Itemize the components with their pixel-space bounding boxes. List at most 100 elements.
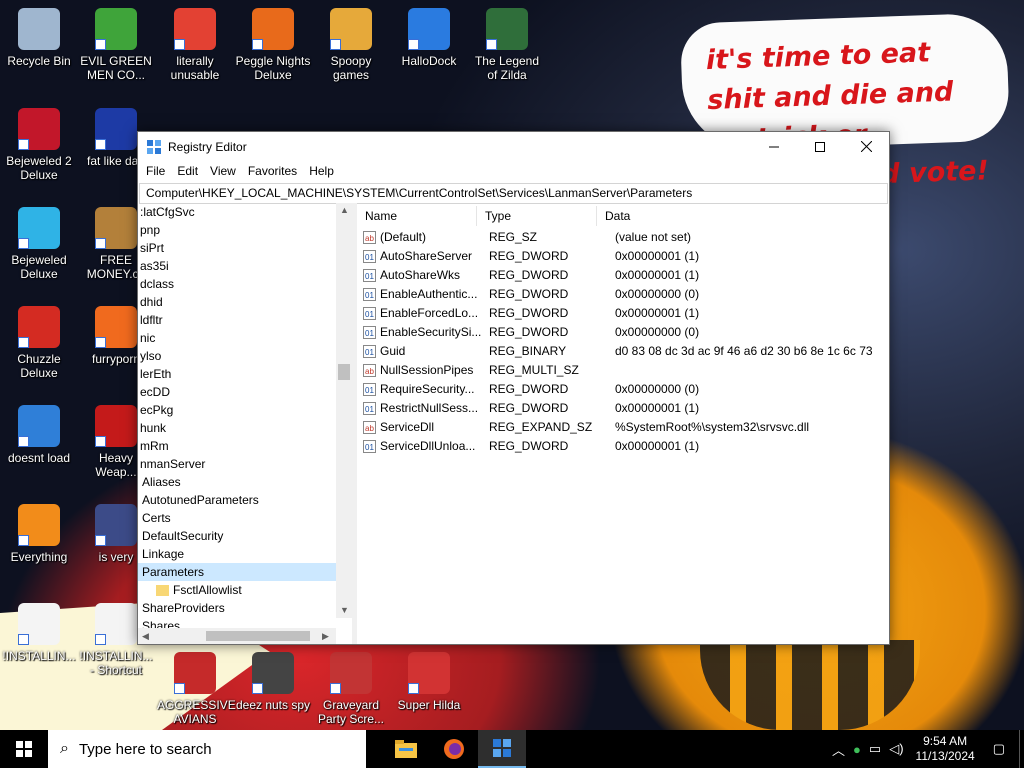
tree-item[interactable]: nmanServer xyxy=(138,455,336,473)
table-row[interactable]: 01 RestrictNullSess... REG_DWORD 0x00000001… xyxy=(357,399,889,418)
table-row[interactable]: 01 AutoShareWks REG_DWORD 0x00000001 (1) xyxy=(357,266,889,285)
address-bar[interactable]: Computer\HKEY_LOCAL_MACHINE\SYSTEM\Curre… xyxy=(139,183,888,204)
table-row[interactable]: 01 RequireSecurity... REG_DWORD 0x00000000 … xyxy=(357,380,889,399)
value-name: (Default) xyxy=(380,230,427,244)
menu-help[interactable]: Help xyxy=(303,164,340,178)
tree-item[interactable]: ldfltr xyxy=(138,311,336,329)
column-type-header[interactable]: Type xyxy=(477,206,597,226)
menu-edit[interactable]: Edit xyxy=(171,164,204,178)
tree-item[interactable]: Parameters xyxy=(138,563,336,581)
tree-item[interactable]: nic xyxy=(138,329,336,347)
network-icon[interactable]: ▭ xyxy=(869,741,881,757)
table-row[interactable]: 01 AutoShareServer REG_DWORD 0x00000001 (1) xyxy=(357,247,889,266)
desktop-icon[interactable]: Bejeweled 2 Deluxe xyxy=(1,108,77,182)
key-tree-pane[interactable]: :latCfgSvc pnp siPrt as35i dclass dhid ldfltr n… xyxy=(138,203,357,644)
desktop-icon[interactable]: literally unusable xyxy=(157,8,233,82)
title-bar[interactable]: Registry Editor xyxy=(138,132,889,161)
desktop-icon-label: Bejeweled 2 Deluxe xyxy=(6,154,72,182)
tree-item[interactable]: as35i xyxy=(138,257,336,275)
desktop-icon[interactable]: doesnt load xyxy=(1,405,77,465)
tree-item[interactable]: hunk xyxy=(138,419,336,437)
table-row[interactable]: ab ServiceDll REG_EXPAND_SZ %SystemRoot%\sy… xyxy=(357,418,889,437)
desktop-icon[interactable]: Graveyard Party Scre... xyxy=(313,652,389,726)
minimize-button[interactable] xyxy=(751,132,797,161)
table-row[interactable]: 01 ServiceDllUnloa... REG_DWORD 0x00000001 … xyxy=(357,437,889,456)
desktop-icon[interactable]: Spoopy games xyxy=(313,8,389,82)
value-name: NullSessionPipes xyxy=(380,363,474,377)
table-row[interactable]: 01 EnableForcedLo... REG_DWORD 0x00000001 (… xyxy=(357,304,889,323)
table-row[interactable]: ab NullSessionPipes REG_MULTI_SZ xyxy=(357,361,889,380)
tree-item[interactable]: :latCfgSvc xyxy=(138,203,336,221)
desktop-icon[interactable]: deez nuts spy xyxy=(235,652,311,712)
desktop-icon[interactable]: Everything xyxy=(1,504,77,564)
tree-item-label: Linkage xyxy=(142,547,185,561)
tree-item[interactable]: ShareProviders xyxy=(138,599,336,617)
notifications-icon[interactable]: ▢ xyxy=(993,741,1005,757)
close-button[interactable] xyxy=(843,132,889,161)
menu-file[interactable]: File xyxy=(140,164,171,178)
scroll-down-icon[interactable]: ▼ xyxy=(340,605,349,615)
tree-scroll-thumb[interactable] xyxy=(338,364,350,380)
column-data-header[interactable]: Data xyxy=(597,206,889,226)
table-row[interactable]: 01 Guid REG_BINARY d0 83 08 dc 3d ac 9f 46 … xyxy=(357,342,889,361)
tree-item[interactable]: AutotunedParameters xyxy=(138,491,336,509)
desktop-icon[interactable]: EVIL GREEN MEN CO... xyxy=(78,8,154,82)
desktop-icon[interactable]: Bejeweled Deluxe xyxy=(1,207,77,281)
tree-item[interactable]: Aliases xyxy=(138,473,336,491)
tree-item-label: pnp xyxy=(140,223,161,237)
taskbar-search-box[interactable]: ⌕ Type here to search xyxy=(48,730,366,768)
scroll-left-icon[interactable]: ◀ xyxy=(142,631,149,642)
menu-view[interactable]: View xyxy=(204,164,242,178)
menu-favorites[interactable]: Favorites xyxy=(242,164,303,178)
tree-item[interactable]: lerEth xyxy=(138,365,336,383)
desktop-icon[interactable]: Chuzzle Deluxe xyxy=(1,306,77,380)
desktop-icon-label: HalloDock xyxy=(401,54,457,68)
tree-horizontal-scrollbar[interactable]: ◀ ▶ xyxy=(138,628,336,644)
tree-item[interactable]: DefaultSecurity xyxy=(138,527,336,545)
tree-vertical-scrollbar[interactable]: ▲ ▼ xyxy=(336,203,352,618)
scroll-up-icon[interactable]: ▲ xyxy=(340,205,349,215)
tree-item[interactable]: dclass xyxy=(138,275,336,293)
tree-item[interactable]: ylso xyxy=(138,347,336,365)
value-data-cell: 0x00000001 (1) xyxy=(615,439,700,453)
table-row[interactable]: 01 EnableSecuritySi... REG_DWORD 0x00000000… xyxy=(357,323,889,342)
volume-icon[interactable]: ◁) xyxy=(889,741,903,757)
tree-hscroll-thumb[interactable] xyxy=(206,631,310,641)
column-name-header[interactable]: Name xyxy=(357,206,477,226)
desktop-icon[interactable]: !INSTALLIN... xyxy=(1,603,77,663)
tree-item[interactable]: Certs xyxy=(138,509,336,527)
desktop-icon[interactable]: Recycle Bin xyxy=(1,8,77,68)
chevron-up-icon[interactable]: ︿ xyxy=(832,740,845,759)
tree-item-label: hunk xyxy=(140,421,167,435)
taskbar-firefox[interactable] xyxy=(430,730,478,768)
tree-item-label: siPrt xyxy=(140,241,164,255)
tree-item[interactable]: pnp xyxy=(138,221,336,239)
people-icon[interactable]: ● xyxy=(853,742,861,757)
desktop-icon[interactable]: The Legend of Zilda xyxy=(469,8,545,82)
taskbar-registry-editor[interactable] xyxy=(478,730,526,768)
scroll-right-icon[interactable]: ▶ xyxy=(322,631,329,642)
start-button[interactable] xyxy=(0,730,48,768)
value-data-cell: 0x00000000 (0) xyxy=(615,382,700,396)
taskbar-file-explorer[interactable] xyxy=(382,730,430,768)
desktop-icon[interactable]: AGGRESSIVE AVIANS xyxy=(157,652,236,726)
search-placeholder: Type here to search xyxy=(78,740,212,758)
tree-item[interactable]: ecDD xyxy=(138,383,336,401)
tree-item[interactable]: FsctlAllowlist xyxy=(138,581,336,599)
tree-item[interactable]: dhid xyxy=(138,293,336,311)
tree-item[interactable]: ecPkg xyxy=(138,401,336,419)
tree-item[interactable]: Linkage xyxy=(138,545,336,563)
table-row[interactable]: 01 EnableAuthentic... REG_DWORD 0x00000000 … xyxy=(357,285,889,304)
desktop-icon[interactable]: HalloDock xyxy=(391,8,467,68)
table-row[interactable]: ab (Default) REG_SZ (value not set) xyxy=(357,228,889,247)
desktop-icon[interactable]: Peggle Nights Deluxe xyxy=(235,8,311,82)
values-pane[interactable]: Name Type Data ab (Default) REG_SZ (value n… xyxy=(357,203,889,644)
radiation-icon xyxy=(95,405,137,447)
tree-item[interactable]: siPrt xyxy=(138,239,336,257)
clock[interactable]: 9:54 AM 11/13/2024 xyxy=(916,734,975,764)
value-name: RestrictNullSess... xyxy=(380,401,479,415)
desktop-icon[interactable]: Super Hilda xyxy=(391,652,467,712)
show-desktop-button[interactable] xyxy=(1019,730,1024,768)
tree-item[interactable]: mRm xyxy=(138,437,336,455)
maximize-button[interactable] xyxy=(797,132,843,161)
